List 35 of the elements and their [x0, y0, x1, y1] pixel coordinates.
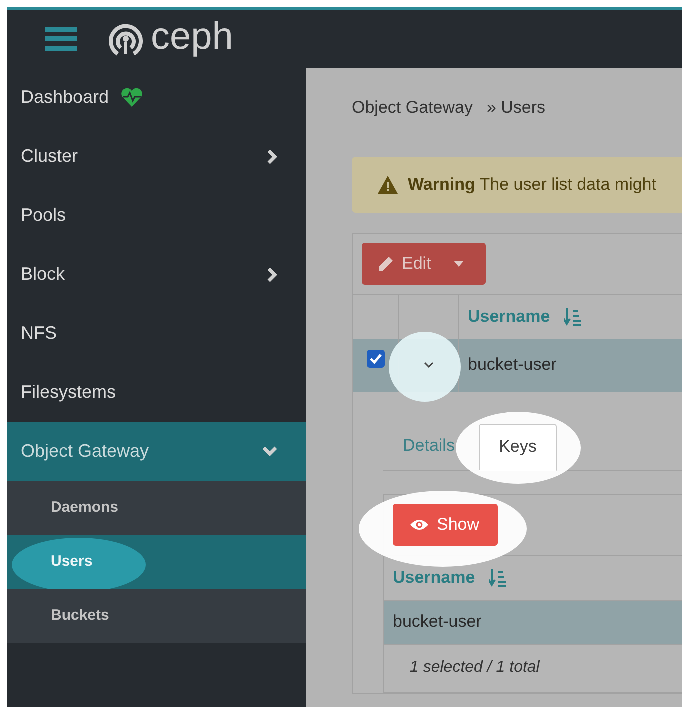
breadcrumb-current: » Users — [486, 97, 546, 119]
sidebar-item[interactable]: Dashboard — [7, 68, 306, 127]
sidebar-item[interactable]: Cluster — [7, 127, 306, 186]
logo-text: ceph — [151, 18, 234, 56]
sidebar-item[interactable]: Pools — [7, 186, 306, 245]
check-icon — [370, 354, 382, 364]
caret-icon — [454, 260, 464, 266]
heartbeat-icon — [121, 88, 144, 107]
chevron-right-icon — [267, 148, 278, 164]
table-row[interactable]: bucket-user — [384, 600, 682, 644]
sort-icon[interactable] — [564, 308, 582, 326]
edit-button[interactable]: Edit — [362, 242, 486, 284]
warning-message: Warning The user list data might — [408, 174, 656, 196]
tab[interactable]: Keys — [478, 424, 557, 470]
submenu-item[interactable]: Buckets — [7, 589, 306, 643]
warning-icon — [378, 176, 398, 194]
checkbox[interactable] — [366, 350, 384, 368]
eye-icon — [410, 518, 429, 530]
sidebar-item[interactable]: Object Gateway — [7, 422, 306, 481]
sidebar-item[interactable]: Block — [7, 245, 306, 304]
pencil-icon — [378, 256, 394, 272]
menu-icon[interactable] — [45, 27, 77, 51]
sort-icon[interactable] — [489, 568, 506, 586]
submenu-item[interactable]: Daemons — [7, 481, 306, 535]
chevron-right-icon — [267, 266, 278, 282]
table-cell-text: bucket-user — [468, 354, 557, 376]
sidebar-item[interactable]: Filesystems — [7, 363, 306, 422]
chevron-down-icon[interactable] — [424, 362, 434, 368]
table-cell-text: bucket-user — [393, 611, 482, 634]
breadcrumb-link[interactable]: Object Gateway — [352, 95, 473, 120]
submenu-item[interactable]: Users — [7, 535, 306, 589]
sidebar-item[interactable]: NFS — [7, 304, 306, 363]
chevron-down-icon — [262, 446, 278, 457]
selection-summary: 1 selected / 1 total — [410, 658, 540, 678]
show-button[interactable]: Show — [393, 504, 498, 546]
